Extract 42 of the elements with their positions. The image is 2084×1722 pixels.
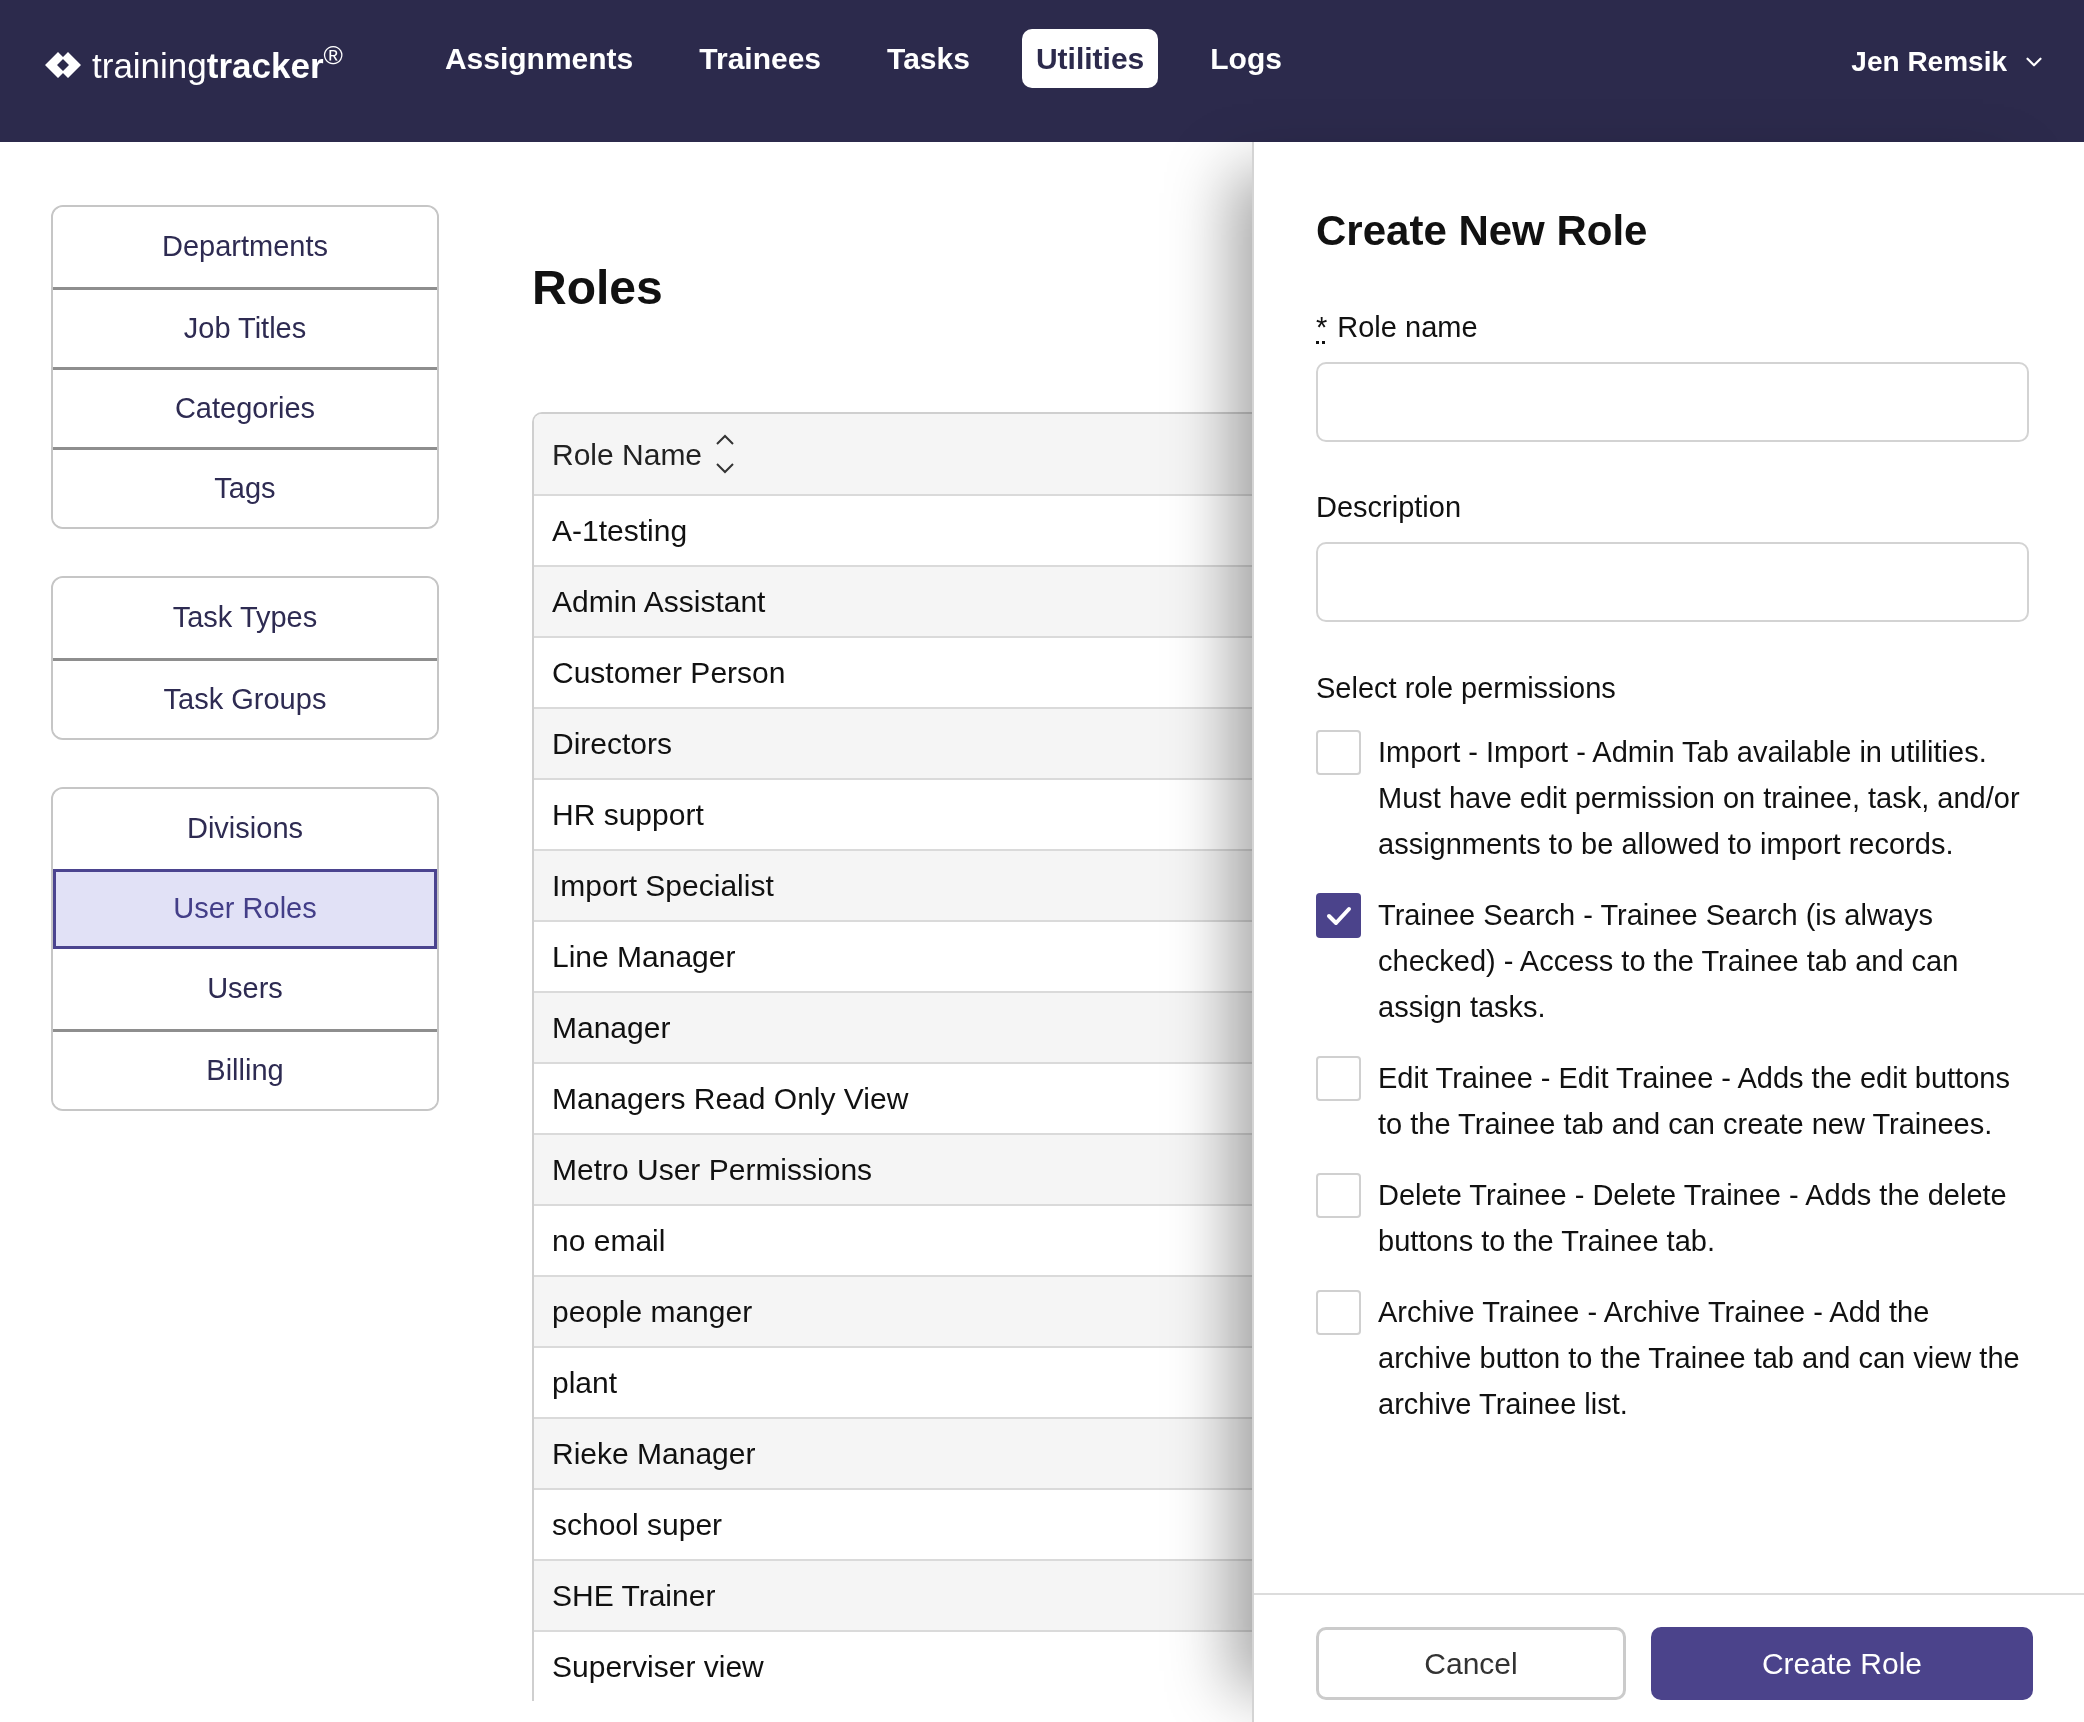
input-field[interactable] [1316, 542, 2029, 622]
menu-item[interactable]: User Roles [53, 869, 437, 949]
nav-tab[interactable]: Assignments [430, 29, 648, 88]
permission-label: Trainee Search - Trainee Search (is always checked) - Access to the Trainee tab and can assign tasks. [1378, 898, 1960, 1025]
table-row[interactable]: Directors [534, 707, 1252, 778]
nav-tab[interactable]: Trainees [685, 29, 836, 88]
panel-title: Create New Role [1316, 206, 1649, 256]
permission-label: Archive Trainee - Archive Trainee - Add the archive button to the Trainee tab and can view the archive Trainee list. [1378, 1295, 2021, 1422]
logo-text: trainingtracker$^{®}$ [92, 47, 343, 83]
column-header[interactable]: Role Name [552, 431, 703, 477]
table-row[interactable]: people manger [534, 1275, 1252, 1346]
page-title: Roles [532, 260, 663, 316]
checkbox[interactable] [1316, 893, 1361, 938]
permission-label: Edit Trainee - Edit Trainee - Adds the edit buttons to the Trainee tab and can create new Trainees. [1378, 1061, 2011, 1142]
nav-tab[interactable]: Tasks [873, 29, 984, 88]
permission-label: Delete Trainee - Delete Trainee - Adds the delete buttons to the Trainee tab. [1378, 1178, 2008, 1259]
menu-item[interactable]: Billing [53, 1029, 437, 1109]
check-icon [1325, 904, 1352, 927]
sort-icon[interactable] [714, 433, 737, 475]
table-row[interactable]: Admin Assistant [534, 565, 1252, 636]
user-name[interactable]: Jen Remsik [1851, 41, 2007, 83]
section-label: Select role permissions [1316, 671, 1616, 706]
table-row[interactable]: Import Specialist [534, 849, 1252, 920]
field-label: Role name [1337, 310, 1478, 346]
checkbox[interactable] [1316, 1290, 1361, 1335]
nav-tab[interactable]: Logs [1196, 29, 1296, 88]
create-button[interactable]: Create Role [1651, 1627, 2033, 1700]
table-row[interactable]: Manager [534, 991, 1252, 1062]
field-label: Description [1316, 490, 1462, 526]
permission-label: Import - Import - Admin Tab available in utilities. Must have edit permission on trainee, task, and/or assignments to be allowed to import records. [1378, 735, 2021, 862]
nav-tab[interactable]: Utilities [1021, 29, 1159, 88]
table-row[interactable]: Rieke Manager [534, 1417, 1252, 1488]
cancel-button[interactable]: Cancel [1316, 1627, 1626, 1700]
checkbox[interactable] [1316, 1173, 1361, 1218]
menu-item[interactable]: Task Groups [53, 658, 437, 738]
table-row[interactable]: Metro User Permissions [534, 1133, 1252, 1204]
menu-item[interactable]: Tags [53, 447, 437, 527]
checkbox[interactable] [1316, 730, 1361, 775]
required-mark: * [1316, 310, 1328, 346]
input-field[interactable] [1316, 362, 2029, 442]
checkbox[interactable] [1316, 1056, 1361, 1101]
table-row[interactable]: SHE Trainer [534, 1559, 1252, 1630]
